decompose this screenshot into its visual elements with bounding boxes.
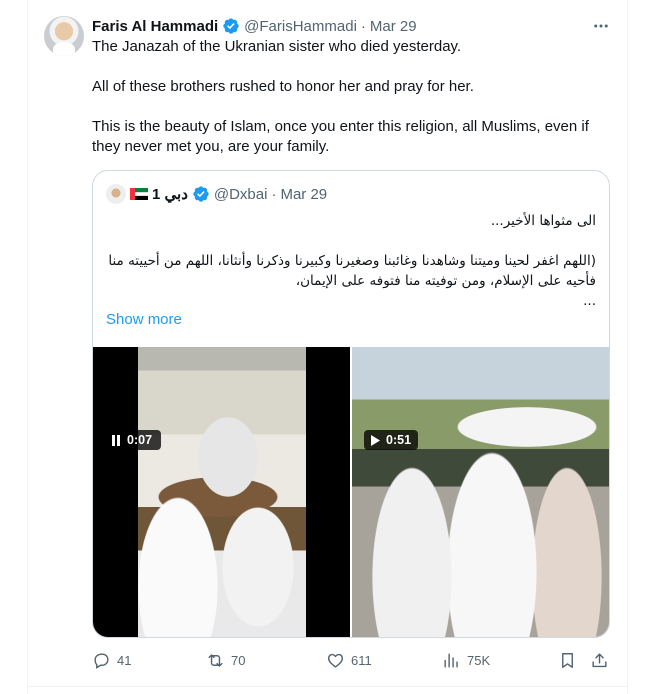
video-duration: 0:07 [127,433,153,447]
tweet-text-line: This is the beauty of Islam, once you en… [92,118,589,155]
video-duration-badge-2[interactable]: 0:51 [364,430,418,450]
quoted-author-handle[interactable]: @Dxbai [214,186,268,203]
quoted-author-name[interactable]: دبي 1 [152,185,188,203]
repost-button[interactable]: 70 [206,648,245,672]
verified-badge-icon [193,186,209,202]
repost-count: 70 [231,652,246,668]
header-separator: · [271,185,277,203]
like-button[interactable]: 611 [326,648,372,672]
quoted-tweet-date[interactable]: Mar 29 [280,186,327,203]
pause-icon [112,434,120,446]
view-count: 75K [467,652,491,668]
like-count: 611 [351,652,372,668]
quoted-tweet-header: دبي 1 @Dxbai · Mar 29 [106,184,327,204]
reply-count: 41 [117,652,132,668]
video-frame-image [138,347,306,637]
tweet-text-line: All of these brothers rushed to honor he… [92,78,474,95]
quoted-text-paragraph: (اللهم اغفر لحينا وميتنا وشاهدنا وغائبنا… [108,253,596,289]
views-chart-icon [444,652,458,668]
header-separator: · [360,17,366,35]
author-name[interactable]: Faris Al Hammadi [92,18,218,35]
video-thumbnail-2[interactable] [352,347,609,637]
share-icon [592,652,607,667]
tweet-actions-bar: 41 70 611 75K [92,648,612,672]
tweet-text-line: The Janazah of the Ukranian sister who d… [92,38,462,55]
show-more-link[interactable]: Show more [106,311,182,328]
author-handle[interactable]: @FarisHammadi [244,18,357,35]
tweet-header: Faris Al Hammadi @FarisHammadi · Mar 29 [92,16,417,36]
video-duration-badge-1[interactable]: 0:07 [105,430,161,450]
tweet-body: The Janazah of the Ukranian sister who d… [92,37,607,157]
verified-badge-icon [223,18,239,34]
timeline-right-border [627,0,628,694]
tweet-bottom-divider [27,686,628,687]
quoted-author-avatar[interactable] [106,184,126,204]
repost-icon [208,653,223,667]
heart-icon [327,653,344,668]
share-button[interactable] [590,648,609,672]
bookmark-button[interactable] [558,648,577,672]
play-icon [371,434,380,446]
views-button[interactable]: 75K [442,648,490,672]
reply-icon [94,652,109,669]
reply-button[interactable]: 41 [92,648,131,672]
quoted-tweet[interactable]: دبي 1 @Dxbai · Mar 29 الى مثواها الأخير.… [92,170,610,638]
more-options-icon[interactable] [590,16,612,36]
author-avatar[interactable] [44,16,84,56]
bookmark-icon [562,652,573,668]
tweet-date[interactable]: Mar 29 [370,18,417,35]
quoted-text-line: الى مثواها الأخير... [490,213,596,229]
quoted-text-ellipsis: ... [583,293,596,309]
timeline-left-border [27,0,28,694]
quoted-tweet-body: الى مثواها الأخير... (اللهم اغفر لحينا و… [106,211,596,311]
video-duration: 0:51 [386,433,412,447]
video-thumbnail-1[interactable] [93,347,350,637]
uae-flag-icon [130,188,148,200]
